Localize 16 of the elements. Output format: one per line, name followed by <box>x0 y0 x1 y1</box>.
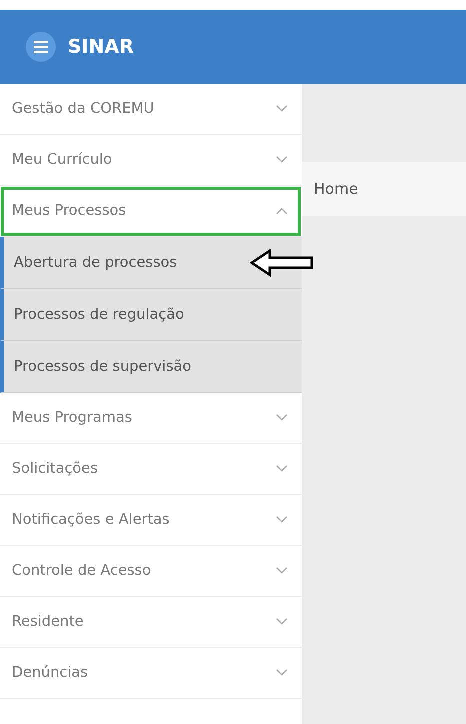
chevron-icon <box>276 567 288 575</box>
chevron-icon <box>276 414 288 422</box>
chevron-icon <box>276 207 288 215</box>
chevron-icon <box>276 105 288 113</box>
submenu-item[interactable]: Abertura de processos <box>0 237 302 289</box>
app-title: SINAR <box>68 36 134 58</box>
chevron-icon <box>276 465 288 473</box>
sidebar-item[interactable]: Meus Processos <box>0 186 302 237</box>
submenu-item[interactable]: Processos de regulação <box>0 289 302 341</box>
chevron-icon <box>276 516 288 524</box>
breadcrumb-link[interactable]: Home <box>314 180 358 198</box>
chevron-icon <box>276 669 288 677</box>
submenu-item[interactable]: Processos de supervisão <box>0 341 302 393</box>
menu-icon[interactable] <box>26 32 56 62</box>
chevron-icon <box>276 156 288 164</box>
chevron-icon <box>276 618 288 626</box>
